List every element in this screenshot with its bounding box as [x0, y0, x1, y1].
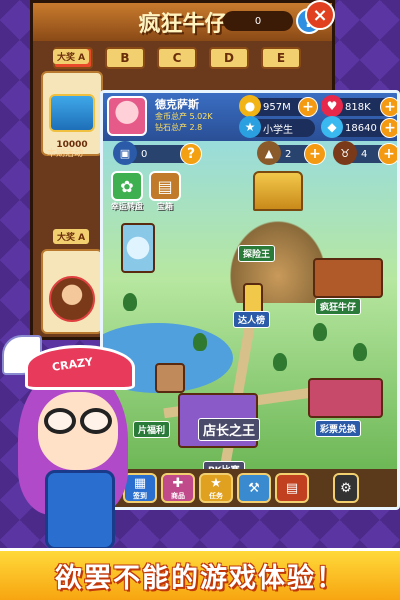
- gift-icon: ✚: [172, 475, 184, 491]
- bull-counter: ♉ 4 +: [333, 141, 397, 165]
- tab-b[interactable]: B: [105, 47, 145, 69]
- lottery-label: 幸运转盘: [111, 202, 143, 211]
- chest-label: 宝箱: [157, 202, 173, 211]
- bull-icon: ♉: [333, 141, 357, 165]
- prize-badge: 大奖 A: [53, 49, 90, 64]
- tab-c[interactable]: C: [157, 47, 197, 69]
- add-diamonds-button[interactable]: +: [380, 118, 397, 138]
- tree: [123, 293, 137, 311]
- tree: [273, 353, 287, 371]
- clover-icon: ✿: [111, 171, 143, 201]
- title-badge: ★ 小学生: [239, 116, 315, 138]
- diamond-icon: ◆: [321, 116, 343, 138]
- hearts-counter: ♥ 818K +: [321, 95, 397, 117]
- event-title: 疯狂牛仔: [138, 12, 227, 37]
- box-icon: ▤: [285, 480, 299, 496]
- prize-badge: 大奖 A: [53, 229, 90, 244]
- tree: [193, 333, 207, 351]
- helmet-counter: ▲ 2 +: [257, 141, 326, 165]
- coin-icon: ●: [239, 95, 261, 117]
- character-overalls: [45, 470, 115, 550]
- ticket-icon: ▣: [113, 141, 137, 165]
- ticket-counter: ▣ 0 ?: [113, 141, 202, 165]
- gear-icon: ⚙: [340, 480, 352, 496]
- tasks-button[interactable]: ★ 任务: [199, 473, 233, 503]
- event-note: 本期活动: [47, 149, 84, 159]
- avatar[interactable]: [107, 96, 147, 136]
- helmet-icon: ▲: [257, 141, 281, 165]
- rank-icon: ★: [239, 116, 261, 138]
- chest-icon: ▤: [149, 171, 181, 201]
- close-button[interactable]: ×: [305, 0, 335, 30]
- mascot-character: CRAZY: [0, 310, 170, 560]
- hammer-icon: ⚒: [248, 480, 260, 496]
- prize-card-treasure[interactable]: 10000: [41, 71, 103, 156]
- shop-king-label[interactable]: 店长之王: [198, 418, 261, 441]
- tree: [353, 343, 367, 361]
- lottery-wheel-button[interactable]: ✿ 幸运转盘: [109, 171, 145, 212]
- ranking-label[interactable]: 达人榜: [233, 311, 271, 328]
- event-title-bar: 疯狂牛仔 0 ?: [33, 3, 332, 41]
- add-gold-button[interactable]: +: [298, 97, 318, 117]
- promo-caption-band: 欲罢不能的游戏体验！: [0, 548, 400, 600]
- tab-e[interactable]: E: [261, 47, 301, 69]
- treasure-chest-button[interactable]: ▤ 宝箱: [147, 171, 183, 212]
- tree: [313, 323, 327, 341]
- player-name: 德克萨斯: [155, 98, 199, 111]
- chest-menu-button[interactable]: ▤: [275, 473, 309, 503]
- add-hearts-button[interactable]: +: [380, 97, 397, 117]
- tab-d[interactable]: D: [209, 47, 249, 69]
- diamond-rate: 钻石总产 2.8: [155, 123, 203, 132]
- star-icon: ★: [210, 475, 222, 491]
- add-bull-button[interactable]: +: [378, 143, 397, 165]
- treasure-label[interactable]: 探险王: [238, 245, 276, 262]
- golden-temple-icon[interactable]: [253, 171, 303, 211]
- diamond-counter: ◆ 18640 +: [321, 116, 397, 138]
- exchange-label[interactable]: 彩票兑换: [315, 420, 362, 437]
- treasure-chest-icon: [49, 94, 95, 132]
- event-coin-counter: 0: [223, 11, 293, 31]
- add-helmet-button[interactable]: +: [304, 143, 326, 165]
- hammer-button[interactable]: ⚒: [237, 473, 271, 503]
- gold-rate: 金币总产 5.02K: [155, 112, 213, 121]
- player-header: 德克萨斯 金币总产 5.02K 钻石总产 2.8 ● 957M + ♥ 818K…: [103, 93, 397, 141]
- exchange-shop-building[interactable]: [308, 378, 383, 418]
- cowboy-bull-building[interactable]: [313, 258, 383, 298]
- glasses-icon: [40, 408, 116, 436]
- heart-icon: ♥: [321, 95, 343, 117]
- cowboy-label[interactable]: 疯狂牛仔: [315, 298, 362, 315]
- gold-counter: ● 957M +: [239, 95, 318, 117]
- settings-button[interactable]: ⚙: [333, 473, 359, 503]
- promo-caption: 欲罢不能的游戏体验！: [55, 563, 345, 594]
- gumball-machine-icon[interactable]: [121, 223, 155, 273]
- ticket-help-button[interactable]: ?: [180, 143, 202, 165]
